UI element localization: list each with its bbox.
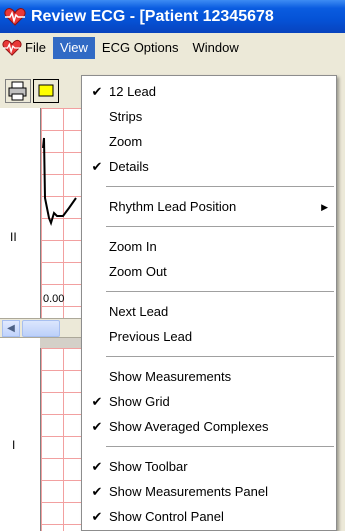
menu-item-label: Show Measurements bbox=[109, 369, 232, 384]
menu-item-label: Zoom In bbox=[109, 239, 157, 254]
menu-item-zoom-in[interactable]: Zoom In bbox=[82, 237, 336, 257]
lead-label-i: I bbox=[12, 438, 16, 452]
menu-item-label: Rhythm Lead Position bbox=[109, 199, 237, 214]
menu-item-label: Strips bbox=[109, 109, 143, 124]
menu-item-previous-lead[interactable]: Previous Lead bbox=[82, 327, 336, 347]
menu-separator bbox=[106, 446, 334, 447]
menu-window[interactable]: Window bbox=[186, 37, 246, 59]
time-readout: 0.00 bbox=[43, 293, 65, 305]
menu-item-label: Zoom bbox=[109, 134, 143, 149]
menu-separator bbox=[106, 356, 334, 357]
menu-item-label: 12 Lead bbox=[109, 84, 156, 99]
menu-item-show-control-panel[interactable]: ✔ Show Control Panel bbox=[82, 507, 336, 527]
view-menu-dropdown: ✔ 12 Lead Strips Zoom ✔ Details Rhythm L… bbox=[81, 75, 337, 531]
menu-item-zoom-out[interactable]: Zoom Out bbox=[82, 262, 336, 282]
lead-label-ii: II bbox=[10, 230, 17, 244]
menu-item-label: Previous Lead bbox=[109, 329, 193, 344]
printer-icon bbox=[8, 81, 27, 101]
heart-icon bbox=[2, 39, 22, 56]
toolbar-button-2[interactable] bbox=[33, 79, 59, 103]
scroll-left-button[interactable]: ◀ bbox=[2, 320, 20, 337]
menu-item-strips[interactable]: Strips bbox=[82, 107, 336, 127]
menu-item-rhythm-lead-position[interactable]: Rhythm Lead Position ▶ bbox=[82, 197, 336, 217]
menu-file-label: File bbox=[25, 40, 46, 55]
menu-item-label: Show Control Panel bbox=[109, 509, 224, 524]
submenu-arrow-icon: ▶ bbox=[321, 202, 328, 212]
menu-item-label: Show Grid bbox=[109, 394, 170, 409]
menu-separator bbox=[106, 226, 334, 227]
menu-item-next-lead[interactable]: Next Lead bbox=[82, 302, 336, 322]
menu-item-label: Details bbox=[109, 159, 149, 174]
lead-label-column-bottom bbox=[0, 338, 40, 531]
menu-item-label: Show Toolbar bbox=[109, 459, 188, 474]
menu-item-12-lead[interactable]: ✔ 12 Lead bbox=[82, 82, 336, 102]
menu-item-show-toolbar[interactable]: ✔ Show Toolbar bbox=[82, 457, 336, 477]
menu-separator bbox=[106, 186, 334, 187]
menu-item-show-measurements-panel[interactable]: ✔ Show Measurements Panel bbox=[82, 482, 336, 502]
menu-item-label: Next Lead bbox=[109, 304, 169, 319]
heart-app-icon bbox=[4, 7, 26, 26]
check-icon: ✔ bbox=[91, 484, 103, 499]
check-icon: ✔ bbox=[91, 419, 103, 434]
print-button[interactable] bbox=[5, 79, 31, 103]
menu-item-label: Show Measurements Panel bbox=[109, 484, 268, 499]
scroll-thumb[interactable] bbox=[22, 320, 60, 337]
menu-item-show-measurements[interactable]: Show Measurements bbox=[82, 367, 336, 387]
menu-ecg-options[interactable]: ECG Options bbox=[95, 37, 186, 59]
check-icon: ✔ bbox=[91, 459, 103, 474]
check-icon: ✔ bbox=[91, 159, 103, 174]
menu-separator bbox=[106, 291, 334, 292]
menu-item-show-averaged-complexes[interactable]: ✔ Show Averaged Complexes bbox=[82, 417, 336, 437]
window-title: Review ECG - [Patient 12345678 bbox=[31, 7, 274, 25]
title-bar[interactable]: Review ECG - [Patient 12345678 bbox=[0, 0, 345, 33]
window-edge bbox=[337, 75, 345, 531]
menu-item-label: Zoom Out bbox=[109, 264, 167, 279]
menu-bar: File View ECG Options Window bbox=[0, 33, 345, 75]
check-icon: ✔ bbox=[91, 84, 103, 99]
menu-item-label: Show Averaged Complexes bbox=[109, 419, 269, 434]
menu-item-zoom[interactable]: Zoom bbox=[82, 132, 336, 152]
menu-file[interactable]: File bbox=[0, 37, 53, 59]
toolbar-icon bbox=[38, 84, 54, 97]
check-icon: ✔ bbox=[91, 394, 103, 409]
check-icon: ✔ bbox=[91, 509, 103, 524]
lead-label-column-top bbox=[0, 108, 40, 318]
menu-view[interactable]: View bbox=[52, 37, 95, 59]
menu-item-details[interactable]: ✔ Details bbox=[82, 157, 336, 177]
menu-item-show-grid[interactable]: ✔ Show Grid bbox=[82, 392, 336, 412]
